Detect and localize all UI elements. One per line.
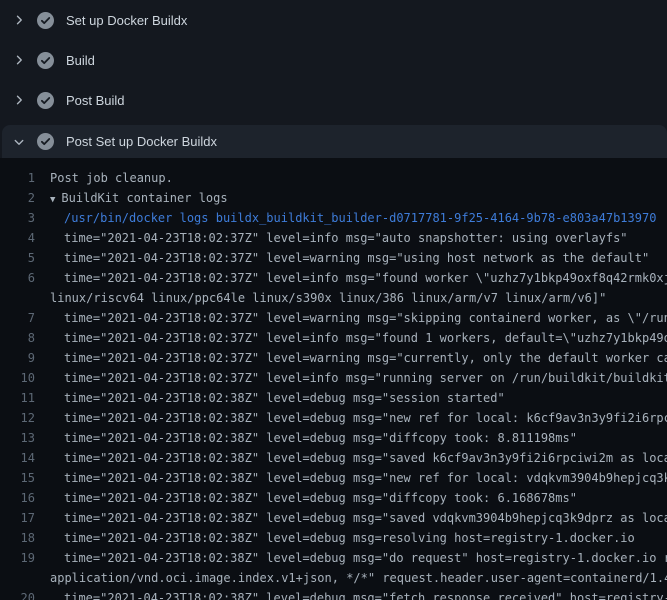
log-text: time="2021-04-23T18:02:37Z" level=warnin… — [50, 248, 667, 268]
log-line-number[interactable]: 1 — [0, 168, 35, 188]
log-line-number[interactable]: 13 — [0, 428, 35, 448]
log-line-number — [0, 568, 35, 588]
log-text: time="2021-04-23T18:02:37Z" level=info m… — [50, 268, 667, 288]
log-text: time="2021-04-23T18:02:38Z" level=debug … — [50, 408, 667, 428]
check-circle-icon — [37, 133, 54, 150]
log-line-number[interactable]: 5 — [0, 248, 35, 268]
log-line-number[interactable]: 10 — [0, 368, 35, 388]
log-line-number[interactable]: 4 — [0, 228, 35, 248]
workflow-log-viewer: Set up Docker Buildx Build Post Build Po… — [0, 0, 667, 600]
log-line: linux/riscv64 linux/ppc64le linux/s390x … — [0, 288, 667, 308]
log-line-number[interactable]: 8 — [0, 328, 35, 348]
log-line: 12 time="2021-04-23T18:02:38Z" level=debu… — [0, 408, 667, 428]
log-text: time="2021-04-23T18:02:38Z" level=debug … — [50, 488, 667, 508]
log-text: time="2021-04-23T18:02:38Z" level=debug … — [50, 588, 667, 600]
log-line: 3/usr/bin/docker logs buildx_buildkit_bu… — [0, 208, 667, 228]
log-line-number[interactable]: 14 — [0, 448, 35, 468]
log-text: time="2021-04-23T18:02:37Z" level=info m… — [50, 368, 667, 388]
chevron-down-icon[interactable] — [12, 135, 26, 149]
log-line: 16 time="2021-04-23T18:02:38Z" level=debu… — [0, 488, 667, 508]
log-line-number[interactable]: 11 — [0, 388, 35, 408]
log-line-number[interactable]: 6 — [0, 268, 35, 288]
log-line: 13 time="2021-04-23T18:02:38Z" level=debu… — [0, 428, 667, 448]
check-circle-icon — [37, 92, 54, 109]
check-circle-icon — [37, 52, 54, 69]
log-line: 1 Post job cleanup. — [0, 168, 667, 188]
log-line-number[interactable]: 3 — [0, 208, 35, 228]
log-text: time="2021-04-23T18:02:38Z" level=debug … — [50, 508, 667, 528]
log-group-expander-icon[interactable]: ▼ — [50, 195, 55, 205]
step-row-build[interactable]: Build — [0, 40, 667, 80]
step-row-post-set-up-docker-buildx[interactable]: Post Set up Docker Buildx — [2, 125, 667, 158]
log-line: 11 time="2021-04-23T18:02:38Z" level=debu… — [0, 388, 667, 408]
log-line: 5 time="2021-04-23T18:02:37Z" level=warni… — [0, 248, 667, 268]
step-label: Post Build — [66, 93, 125, 108]
log-line-number — [0, 288, 35, 308]
log-line: 4 time="2021-04-23T18:02:37Z" level=info … — [0, 228, 667, 248]
log-line-number[interactable]: 18 — [0, 528, 35, 548]
log-line-number[interactable]: 19 — [0, 548, 35, 568]
step-row-set-up-docker-buildx[interactable]: Set up Docker Buildx — [0, 0, 667, 40]
log-text: application/vnd.oci.image.index.v1+json,… — [50, 568, 667, 588]
chevron-right-icon[interactable] — [12, 53, 26, 67]
log-line-number[interactable]: 20 — [0, 588, 35, 600]
log-text: time="2021-04-23T18:02:38Z" level=debug … — [50, 388, 667, 408]
log-text: time="2021-04-23T18:02:38Z" level=debug … — [50, 428, 667, 448]
log-text: Post job cleanup. — [50, 168, 667, 188]
chevron-right-icon[interactable] — [12, 93, 26, 107]
log-line: 19 time="2021-04-23T18:02:38Z" level=debu… — [0, 548, 667, 568]
step-label: Post Set up Docker Buildx — [66, 134, 217, 149]
log-line: 18 time="2021-04-23T18:02:38Z" level=debu… — [0, 528, 667, 548]
log-text: linux/riscv64 linux/ppc64le linux/s390x … — [50, 288, 667, 308]
log-command-link[interactable]: /usr/bin/docker logs buildx_buildkit_bui… — [50, 208, 667, 228]
check-circle-icon — [37, 12, 54, 29]
log-text: time="2021-04-23T18:02:38Z" level=debug … — [50, 548, 667, 568]
log-line: 8 time="2021-04-23T18:02:37Z" level=info … — [0, 328, 667, 348]
log-text: time="2021-04-23T18:02:37Z" level=info m… — [50, 328, 667, 348]
log-text: ▼BuildKit container logs — [50, 188, 667, 208]
log-line: 6 time="2021-04-23T18:02:37Z" level=info … — [0, 268, 667, 288]
log-text: time="2021-04-23T18:02:37Z" level=warnin… — [50, 308, 667, 328]
log-line-number[interactable]: 2 — [0, 188, 35, 208]
step-label: Set up Docker Buildx — [66, 13, 187, 28]
log-line: application/vnd.oci.image.index.v1+json,… — [0, 568, 667, 588]
log-text: time="2021-04-23T18:02:38Z" level=debug … — [50, 468, 667, 488]
log-text: time="2021-04-23T18:02:37Z" level=warnin… — [50, 348, 667, 368]
log-area: 1 Post job cleanup. 2 ▼BuildKit container l… — [0, 158, 667, 600]
log-line: 20 time="2021-04-23T18:02:38Z" level=debu… — [0, 588, 667, 600]
log-line-number[interactable]: 15 — [0, 468, 35, 488]
step-label: Build — [66, 53, 95, 68]
log-text: time="2021-04-23T18:02:38Z" level=debug … — [50, 528, 667, 548]
log-line: 14 time="2021-04-23T18:02:38Z" level=debu… — [0, 448, 667, 468]
log-line-number[interactable]: 9 — [0, 348, 35, 368]
log-text: time="2021-04-23T18:02:38Z" level=debug … — [50, 448, 667, 468]
log-line: 10 time="2021-04-23T18:02:37Z" level=info… — [0, 368, 667, 388]
log-line-number[interactable]: 17 — [0, 508, 35, 528]
log-line-number[interactable]: 7 — [0, 308, 35, 328]
log-line: 2 ▼BuildKit container logs — [0, 188, 667, 208]
log-line: 17 time="2021-04-23T18:02:38Z" level=debu… — [0, 508, 667, 528]
log-line: 9 time="2021-04-23T18:02:37Z" level=warni… — [0, 348, 667, 368]
chevron-right-icon[interactable] — [12, 13, 26, 27]
log-line-number[interactable]: 16 — [0, 488, 35, 508]
log-line-number[interactable]: 12 — [0, 408, 35, 428]
log-text: time="2021-04-23T18:02:37Z" level=info m… — [50, 228, 667, 248]
step-row-post-build[interactable]: Post Build — [0, 80, 667, 120]
log-line: 15 time="2021-04-23T18:02:38Z" level=debu… — [0, 468, 667, 488]
log-line: 7 time="2021-04-23T18:02:37Z" level=warni… — [0, 308, 667, 328]
